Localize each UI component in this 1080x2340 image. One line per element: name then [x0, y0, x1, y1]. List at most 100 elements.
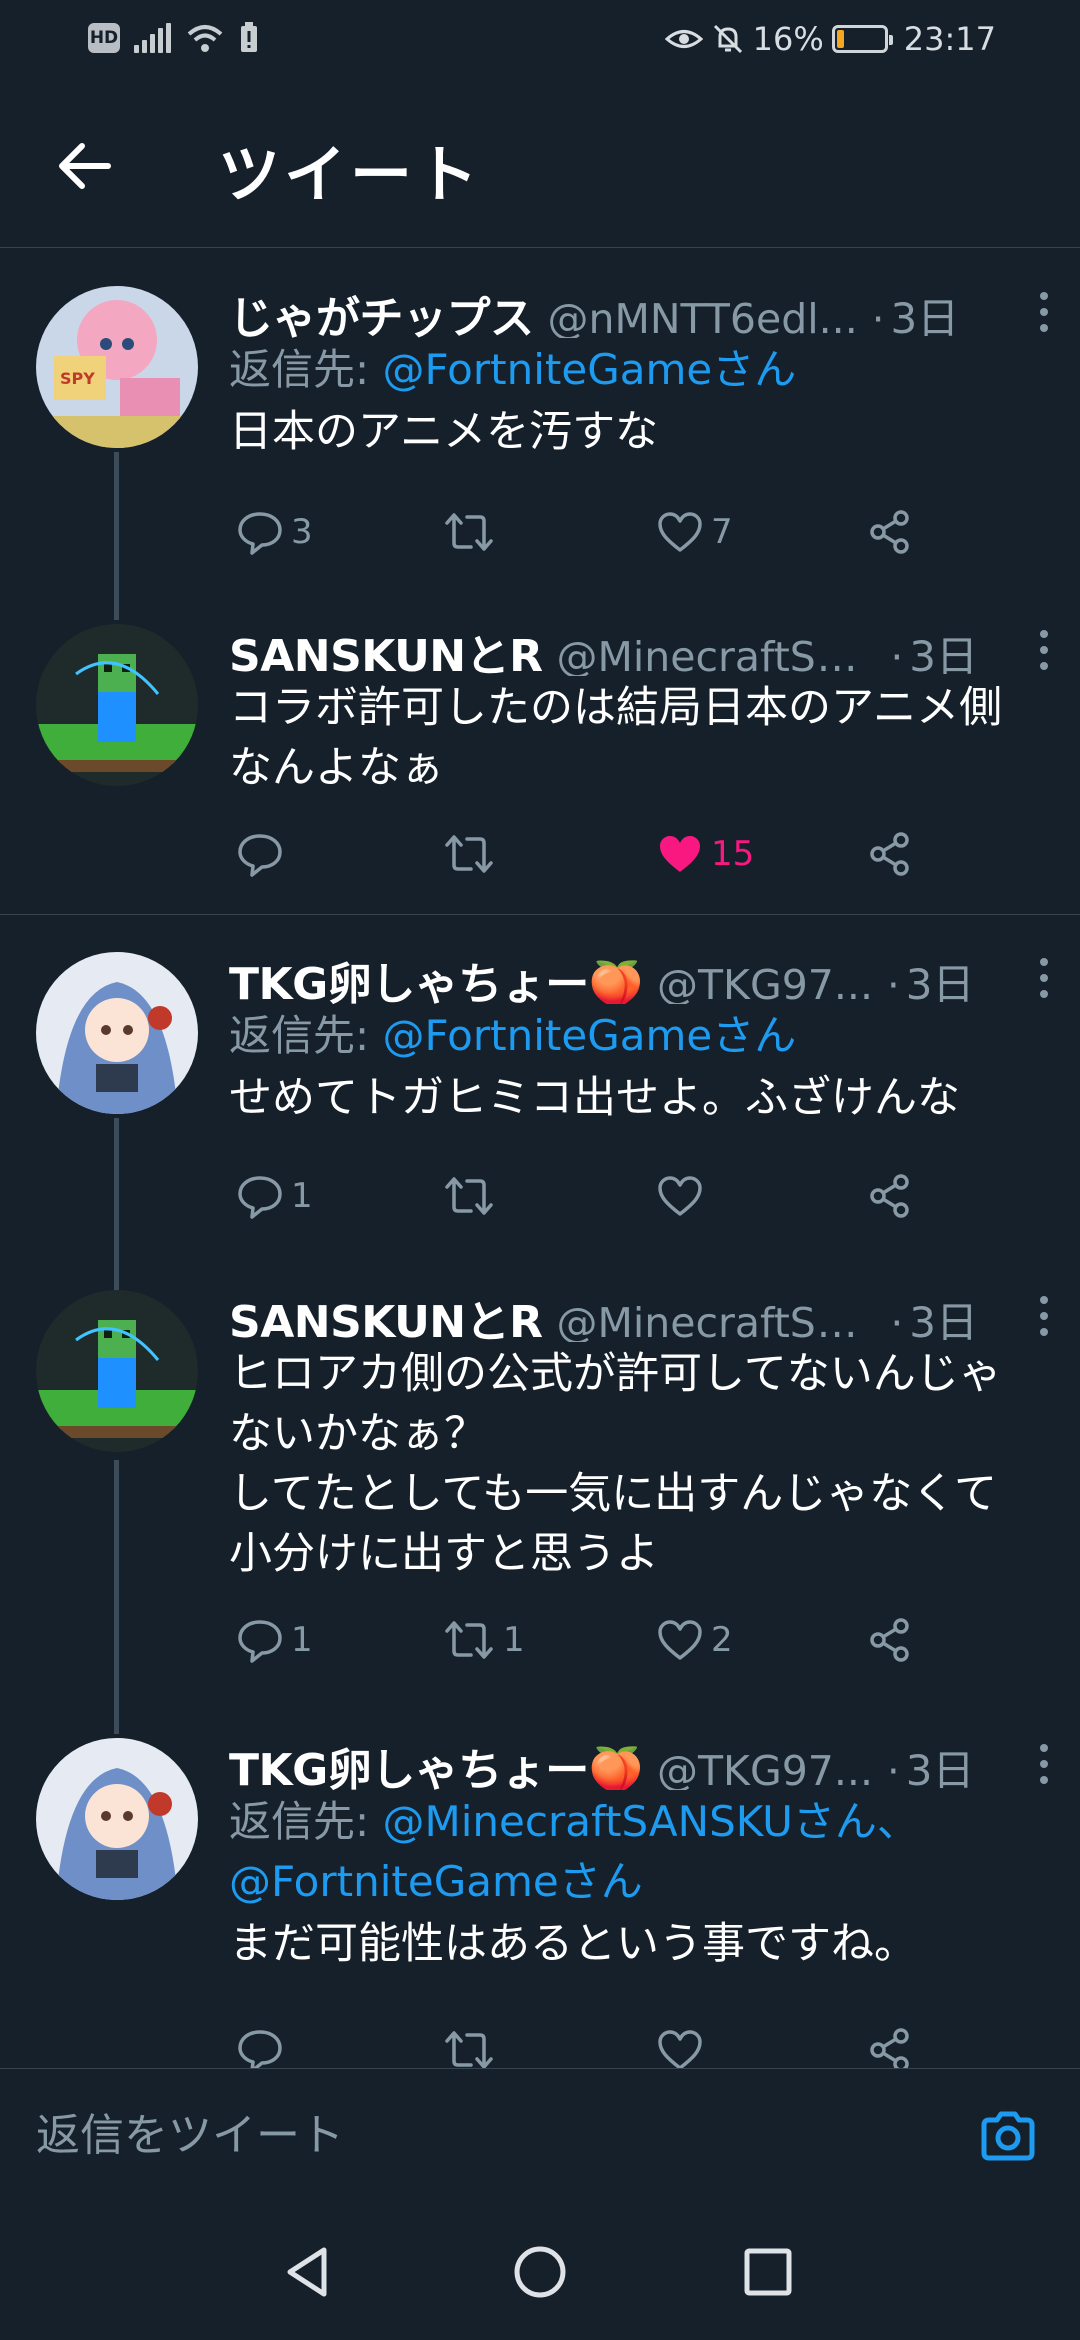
retweet-icon [445, 1621, 493, 1659]
heart-filled-icon [660, 836, 700, 872]
like-button[interactable]: 2 [655, 1610, 733, 1670]
user-name[interactable]: TKG卵しゃちょー🍑 [229, 1734, 644, 1790]
tweet-text: まだ可能性はあるという事ですね。 [229, 1919, 917, 1969]
tweet-actions: 1 [229, 1166, 929, 1226]
avatar[interactable]: SPY [36, 286, 198, 448]
retweet-button[interactable] [441, 824, 503, 884]
reply-icon [238, 834, 282, 877]
reply-count: 3 [291, 512, 313, 552]
tweet-text: ヒロアカ側の公式が許可してないんじゃ ないかなぁ？ してたとしても一気に出すんじ… [229, 1349, 1002, 1579]
battery-alert-icon [241, 22, 257, 52]
like-button[interactable]: 7 [655, 502, 733, 562]
battery-percent: 16% [752, 20, 824, 58]
separator-dot: · [890, 635, 904, 676]
separator-dot: · [887, 1749, 900, 1790]
separator-dot: · [887, 963, 900, 1004]
clock: 23:17 [903, 20, 996, 58]
reply-to: 返信先: @FortniteGameさん [229, 1011, 797, 1060]
reply-button[interactable]: 3 [235, 502, 313, 562]
tweet-text: コラボ許可したのは結局日本のアニメ側 なんよなぁ [229, 683, 1003, 793]
tweet-meta: TKG卵しゃちょー🍑 @TKG97... · 3日 [229, 1734, 1054, 1790]
reply-count: 1 [291, 1176, 313, 1216]
tweet-meta: じゃがチップス @nMNTT6edl... · 3日 [229, 282, 1054, 338]
share-button[interactable] [865, 1610, 915, 1670]
separator-dot: · [890, 1301, 904, 1342]
tweet-content: SANSKUNとR @MinecraftSA... · 3日 コラボ許可したのは… [229, 620, 1054, 798]
camera-icon[interactable] [976, 2105, 1040, 2169]
reply-count: 1 [291, 1620, 313, 1660]
reply-button[interactable]: 1 [235, 1610, 313, 1670]
tweet-actions: 1 1 2 [229, 1610, 929, 1670]
wifi-icon [187, 25, 223, 52]
tweet-content: TKG卵しゃちょー🍑 @TKG97... · 3日 返信先: @Fortnite… [229, 948, 1054, 1128]
like-count: 7 [711, 512, 733, 552]
retweet-count: 1 [503, 1620, 525, 1660]
svg-text:SPY: SPY [60, 369, 95, 388]
tweet-actions: 15 [229, 824, 929, 884]
tweet-time: 3日 [909, 632, 978, 676]
avatar[interactable] [36, 952, 198, 1114]
retweet-button[interactable] [441, 1166, 503, 1226]
user-handle[interactable]: @TKG97... [657, 1747, 873, 1790]
more-options-icon[interactable] [1034, 1296, 1054, 1336]
tweet-text: 日本のアニメを汚すな [229, 407, 659, 457]
more-options-icon[interactable] [1034, 630, 1054, 670]
reply-icon [238, 1176, 282, 1219]
tweet-content: TKG卵しゃちょー🍑 @TKG97... · 3日 返信先: @Minecraf… [229, 1734, 1054, 1974]
tweet-time: 3日 [905, 960, 975, 1004]
more-options-icon[interactable] [1034, 958, 1054, 998]
heart-icon [658, 1620, 702, 1660]
like-button[interactable]: 15 [655, 824, 754, 884]
like-count: 15 [711, 834, 755, 874]
signal-icon [134, 23, 171, 53]
more-options-icon[interactable] [1034, 292, 1054, 332]
tweet-meta: SANSKUNとR @MinecraftSA... · 3日 [229, 620, 1054, 676]
tweet-content: SANSKUNとR @MinecraftSA... · 3日 ヒロアカ側の公式が… [229, 1286, 1054, 1584]
retweet-icon [445, 1177, 493, 1215]
tweet-content: じゃがチップス @nMNTT6edl... · 3日 返信先: @Fortnit… [229, 282, 1054, 462]
share-button[interactable] [865, 502, 915, 562]
share-button[interactable] [865, 824, 915, 884]
like-button[interactable] [655, 1166, 711, 1226]
avatar[interactable] [36, 1738, 198, 1900]
status-left: HD [88, 22, 259, 54]
avatar[interactable] [36, 1290, 198, 1452]
tweet-meta: SANSKUNとR @MinecraftSA... · 3日 [229, 1286, 1054, 1342]
user-handle[interactable]: @TKG97... [657, 961, 873, 1004]
share-button[interactable] [865, 1166, 915, 1226]
tweet-time: 3日 [890, 294, 960, 338]
user-name[interactable]: TKG卵しゃちょー🍑 [229, 948, 644, 1004]
reply-button[interactable]: 1 [235, 1166, 313, 1226]
user-name[interactable]: じゃがチップス [229, 282, 534, 338]
reply-mention[interactable]: @FortniteGameさん [383, 345, 797, 394]
user-name[interactable]: SANSKUNとR [229, 1286, 543, 1342]
retweet-button[interactable]: 1 [441, 1610, 525, 1670]
reply-input[interactable]: 返信をツイート [36, 2099, 344, 2163]
more-options-icon[interactable] [1034, 1744, 1054, 1784]
eye-comfort-icon [664, 30, 703, 48]
reply-composer[interactable]: 返信をツイート [0, 2068, 1080, 2204]
tweet-time: 3日 [909, 1298, 978, 1342]
nav-home-icon[interactable] [510, 2242, 570, 2302]
nav-recents-icon[interactable] [738, 2242, 798, 2302]
retweet-button[interactable] [441, 502, 503, 562]
avatar[interactable] [36, 624, 198, 786]
thread-line [114, 452, 119, 620]
tweet-time: 3日 [905, 1746, 975, 1790]
share-icon [870, 1618, 909, 1662]
share-icon [870, 510, 909, 554]
conversation-divider [0, 914, 1080, 915]
nav-back-icon[interactable] [278, 2242, 338, 2302]
tweet-meta: TKG卵しゃちょー🍑 @TKG97... · 3日 [229, 948, 1054, 1004]
user-handle[interactable]: @nMNTT6edl... [548, 295, 858, 338]
share-icon [870, 1174, 909, 1218]
reply-mention[interactable]: @FortniteGameさん [383, 1011, 797, 1060]
reply-button[interactable] [235, 824, 291, 884]
heart-icon [658, 1176, 702, 1216]
user-handle[interactable]: @MinecraftSA... [557, 633, 877, 676]
reply-icon [238, 1620, 282, 1663]
user-handle[interactable]: @MinecraftSA... [557, 1299, 877, 1342]
user-name[interactable]: SANSKUNとR [229, 620, 543, 676]
status-right: 16% 23:17 [664, 20, 996, 58]
back-arrow-icon[interactable] [52, 134, 116, 198]
